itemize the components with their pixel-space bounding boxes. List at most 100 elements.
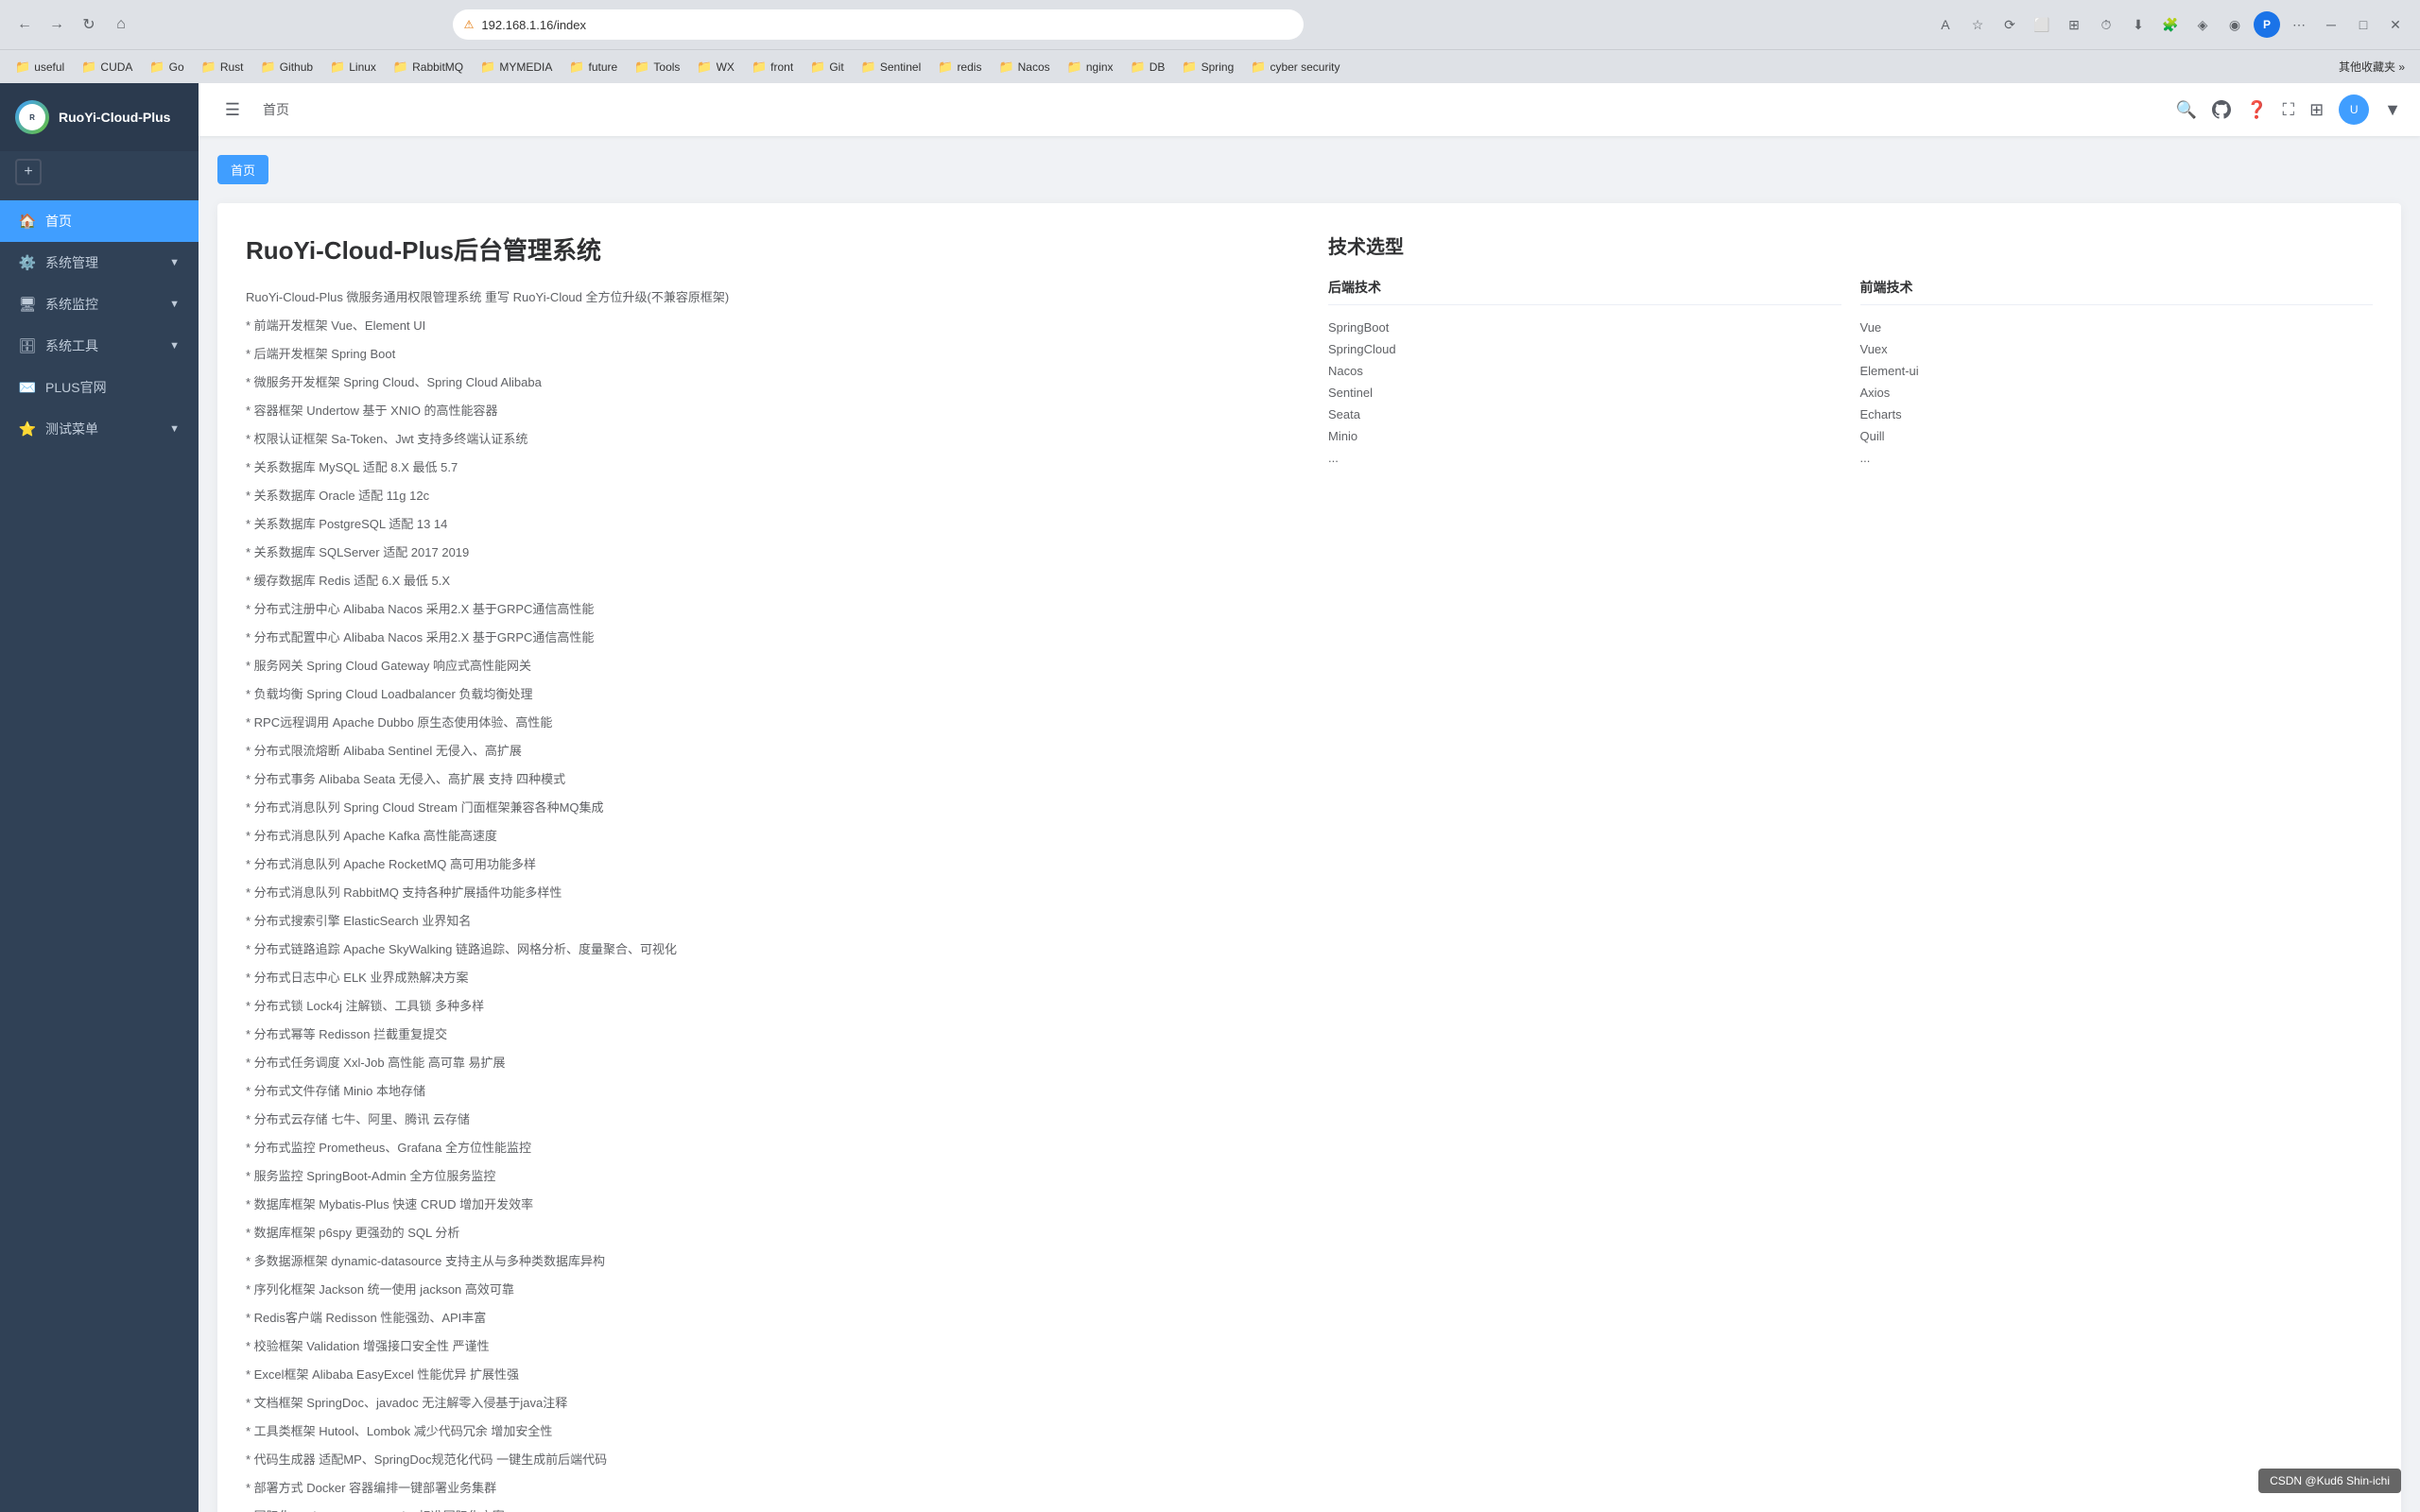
sidebar-item-system-manage[interactable]: ⚙️ 系统管理 ▼ [0,242,199,284]
minimize-button[interactable]: ─ [2318,11,2344,38]
home-icon: 🏠 [19,213,36,230]
bookmark-mymedia[interactable]: 📁 MYMEDIA [473,56,560,78]
description-line: * 文档框架 SpringDoc、javadoc 无注解零入侵基于java注释 [246,1391,1290,1416]
bookmark-cyber-security[interactable]: 📁 cyber security [1243,56,1347,78]
description-line: * 代码生成器 适配MP、SpringDoc规范化代码 一键生成前后端代码 [246,1448,1290,1472]
bookmark-go[interactable]: 📁 Go [142,56,191,78]
fullscreen-icon-button[interactable]: ⛶ [2282,100,2294,120]
sidebar-item-system-monitor[interactable]: 🖥 系统监控 ▼ [0,284,199,325]
search-icon-button[interactable]: 🔍 [2176,100,2197,120]
bookmark-tools[interactable]: 📁 Tools [627,56,687,78]
bookmark-rabbitmq[interactable]: 📁 RabbitMQ [386,56,471,78]
description-line: * 负载均衡 Spring Cloud Loadbalancer 负载均衡处理 [246,682,1290,707]
bookmark-label: useful [34,60,64,74]
back-button[interactable]: ← [11,11,38,38]
folder-icon: 📁 [330,60,345,75]
sidebar-item-plus-website[interactable]: ✉️ PLUS官网 [0,367,199,408]
more-bookmarks-button[interactable]: 其他收藏夹 » [2331,55,2412,78]
bookmark-label: Git [829,60,843,74]
user-avatar[interactable]: U [2339,94,2369,125]
content-area: 首页 RuoYi-Cloud-Plus后台管理系统 RuoYi-Cloud-Pl… [199,136,2420,1512]
close-button[interactable]: ✕ [2382,11,2409,38]
bookmark-rust[interactable]: 📁 Rust [194,56,251,78]
frontend-tech-item: Vue [1860,317,2374,338]
description-line: * 服务网关 Spring Cloud Gateway 响应式高性能网关 [246,654,1290,679]
bookmark-label: Sentinel [880,60,921,74]
right-column: 技术选型 后端技术 SpringBootSpringCloudNacosSent… [1328,232,2373,1512]
home-button[interactable]: ⌂ [108,11,134,38]
chevron-down-icon: ▼ [169,257,180,268]
chevron-down-icon[interactable]: ▼ [2384,100,2401,120]
edge-button[interactable]: ◈ [2189,11,2216,38]
bookmark-future[interactable]: 📁 future [562,56,625,78]
bookmark-useful[interactable]: 📁 useful [8,56,72,78]
bookmark-label: RabbitMQ [412,60,463,74]
bookmark-label: Nacos [1018,60,1050,74]
settings-icon-button[interactable]: ⊞ [2309,100,2324,120]
description-line: * 分布式任务调度 Xxl-Job 高性能 高可靠 易扩展 [246,1051,1290,1075]
browser-controls: ← → ↻ ⌂ [11,11,134,38]
bookmark-button[interactable]: ☆ [1964,11,1991,38]
top-navbar: ☰ 首页 🔍 ❓ ⛶ ⊞ U ▼ [199,83,2420,136]
folder-icon: 📁 [938,60,953,75]
main-content: ☰ 首页 🔍 ❓ ⛶ ⊞ U ▼ 首页 [199,83,2420,1512]
sidebar-item-test-menu[interactable]: ⭐ 测试菜单 ▼ [0,408,199,450]
forward-button[interactable]: → [43,11,70,38]
sidebar-item-label: PLUS官网 [45,378,107,397]
bookmark-label: Tools [653,60,680,74]
bookmark-nacos[interactable]: 📁 Nacos [991,56,1057,78]
bookmark-spring[interactable]: 📁 Spring [1174,56,1241,78]
bookmark-redis[interactable]: 📁 redis [930,56,989,78]
refresh-hints-button[interactable]: ⟳ [1996,11,2023,38]
sidebar-item-home[interactable]: 🏠 首页 [0,200,199,242]
maximize-button[interactable]: □ [2350,11,2377,38]
description-line: * 数据库框架 Mybatis-Plus 快速 CRUD 增加开发效率 [246,1193,1290,1217]
folder-icon: 📁 [697,60,712,75]
extensions-button[interactable]: 🧩 [2157,11,2184,38]
sidebar-item-system-tools[interactable]: 🗄 系统工具 ▼ [0,325,199,367]
frontend-tech-item: Element-ui [1860,360,2374,382]
github-icon-button[interactable] [2212,100,2231,119]
description-line: * RPC远程调用 Apache Dubbo 原生态使用体验、高性能 [246,711,1290,735]
chevron-down-icon: ▼ [169,299,180,310]
description-line: * 分布式锁 Lock4j 注解锁、工具锁 多种多样 [246,994,1290,1019]
chevron-down-icon: ▼ [169,340,180,352]
frontend-tech-item: Echarts [1860,404,2374,425]
bookmark-github[interactable]: 📁 Github [253,56,321,78]
bookmark-db[interactable]: 📁 DB [1123,56,1173,78]
question-icon-button[interactable]: ❓ [2246,100,2267,120]
address-bar[interactable]: ⚠ 192.168.1.16/index [453,9,1304,40]
breadcrumb-label: 首页 [263,100,289,119]
add-tab-button[interactable]: + [15,159,42,185]
bookmark-label: Spring [1201,60,1235,74]
bookmark-git[interactable]: 📁 Git [803,56,852,78]
bookmark-nginx[interactable]: 📁 nginx [1060,56,1121,78]
description-line: * 分布式注册中心 Alibaba Nacos 采用2.X 基于GRPC通信高性… [246,597,1290,622]
translate-button[interactable]: A [1932,11,1959,38]
backend-tech-item: Minio [1328,425,1841,447]
folder-icon: 📁 [569,60,584,75]
workspaces-button[interactable]: ⊞ [2061,11,2087,38]
reload-button[interactable]: ↻ [76,11,102,38]
bookmark-linux[interactable]: 📁 Linux [322,56,384,78]
profile-button[interactable]: P [2254,11,2280,38]
description-line: * Redis客户端 Redisson 性能强劲、API丰富 [246,1306,1290,1331]
downloads-button[interactable]: ⬇ [2125,11,2152,38]
menu-button[interactable]: ⋯ [2286,11,2312,38]
folder-icon: 📁 [752,60,767,75]
tablet-button[interactable]: ⬜ [2029,11,2055,38]
description-line: * 部署方式 Docker 容器编排一键部署业务集群 [246,1476,1290,1501]
folder-icon: 📁 [261,60,276,75]
backend-tech-item: SpringBoot [1328,317,1841,338]
bookmark-front[interactable]: 📁 front [744,56,801,78]
sidebar-nav: 🏠 首页 ⚙️ 系统管理 ▼ 🖥 系统监控 ▼ 🗄 系统工具 ▼ ✉️ PLUS… [0,193,199,1512]
description-line: * 分布式监控 Prometheus、Grafana 全方位性能监控 [246,1136,1290,1160]
bookmark-wx[interactable]: 📁 WX [689,56,742,78]
history-button[interactable]: ⏱ [2093,11,2119,38]
browser-ext-button[interactable]: ◉ [2221,11,2248,38]
description-line: * Excel框架 Alibaba EasyExcel 性能优异 扩展性强 [246,1363,1290,1387]
bookmark-sentinel[interactable]: 📁 Sentinel [854,56,929,78]
frontend-tech-item: Axios [1860,382,2374,404]
bookmark-cuda[interactable]: 📁 CUDA [74,56,140,78]
hamburger-button[interactable]: ☰ [217,94,248,125]
